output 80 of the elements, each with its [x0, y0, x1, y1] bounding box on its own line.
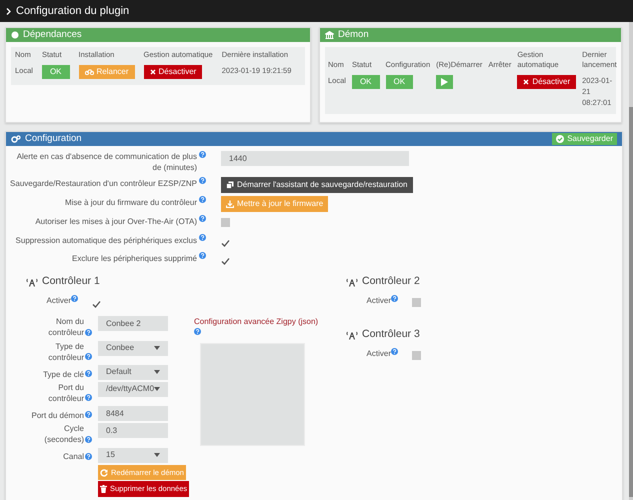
help-icon [71, 295, 78, 302]
status-indicator: OK [42, 64, 70, 80]
help-icon [85, 394, 92, 402]
field-label: Port du contrôleur [47, 382, 84, 404]
setting-label: Suppression automatique des périphériques exclus [16, 235, 197, 248]
panel-title: Configuration [25, 132, 82, 146]
setting-label: Exclure les péripheriques supprimé [72, 253, 197, 266]
window-title: Configuration du plugin [16, 4, 130, 19]
help-icon [199, 151, 206, 158]
help-icon [199, 252, 206, 260]
field-label: Type de contrôleur [47, 340, 84, 363]
play-button[interactable] [436, 74, 454, 88]
antenna-icon [26, 278, 38, 287]
help-icon [199, 196, 206, 204]
check-circle-icon [556, 135, 564, 144]
field-label: Port du démon [32, 410, 84, 422]
field-label: Canal [63, 451, 84, 463]
checkbox[interactable] [412, 350, 421, 360]
text-field[interactable]: 8484 [98, 406, 168, 422]
download-icon [226, 200, 234, 208]
checkbox[interactable] [221, 218, 230, 228]
setting-label: Sauvegarde/Restauration d'un contrôleur EZSP/ZNP [10, 178, 197, 190]
help-icon [85, 328, 92, 336]
play-icon [441, 78, 448, 86]
controller-title: Contrôleur 3 [362, 327, 420, 342]
antenna-icon [346, 330, 358, 340]
setting-label: Autoriser les mises à jour Over-The-Air (OTA) [35, 216, 197, 228]
activate-label: Activer [366, 296, 391, 306]
help-icon [85, 452, 92, 460]
checkbox[interactable] [412, 298, 421, 308]
caret-icon [154, 387, 160, 392]
circle-icon [11, 31, 19, 39]
antenna-icon [346, 278, 358, 287]
trash-icon [100, 485, 107, 494]
dropdown[interactable]: Conbee [98, 340, 168, 356]
help-icon [199, 176, 206, 184]
chevron-icon [6, 8, 11, 14]
caret-icon [154, 346, 160, 350]
status-indicator: OK [386, 74, 414, 89]
help-icon [85, 352, 92, 360]
text-field[interactable]: 1440 [221, 151, 409, 166]
help-icon [199, 215, 206, 222]
bank-icon [325, 31, 334, 39]
setting-label: Alerte en cas d'absence de communication de plus de (minutes) [16, 151, 197, 174]
json-textarea[interactable] [200, 343, 305, 446]
copy-icon [226, 180, 234, 189]
panel-title: Dépendances [23, 28, 82, 42]
help-icon [85, 436, 92, 443]
help-icon [85, 411, 92, 418]
caret-icon [154, 453, 160, 458]
field-label: Cycle (secondes) [43, 423, 84, 446]
close-icon [523, 78, 530, 85]
help-icon [194, 328, 201, 336]
disable-button[interactable]: Désactiver [517, 74, 576, 89]
redo-icon [100, 468, 108, 477]
panel-title: Démon [338, 28, 369, 42]
dropdown[interactable]: 15 [98, 448, 168, 463]
text-field[interactable]: Conbee 2 [98, 316, 168, 332]
backup-wizard-button[interactable]: Démarrer l'assistant de sauvegarde/restauration [221, 176, 412, 194]
caret-icon [154, 370, 160, 374]
close-icon [150, 68, 156, 75]
help-icon [391, 295, 398, 302]
gears-icon [11, 135, 21, 144]
status-indicator: OK [352, 74, 380, 89]
controller-title: Contrôleur 2 [362, 274, 420, 290]
help-icon [391, 348, 398, 355]
disable-button[interactable]: Désactiver [144, 64, 202, 80]
controller-title: Contrôleur 1 [42, 274, 100, 290]
field-label: Nom du contrôleur [47, 316, 84, 339]
text-field[interactable]: 0.3 [98, 423, 168, 438]
help-icon [85, 370, 92, 377]
activate-label: Activer [46, 296, 71, 306]
setting-label: Mise à jour du firmware du contrôleur [64, 197, 197, 210]
bicycle-icon [84, 68, 94, 75]
field-label: Type de clé [43, 368, 84, 380]
dropdown[interactable]: Default [98, 364, 168, 380]
zigpy-config-label: Configuration avancée Zigpy (json) [194, 317, 318, 326]
activate-label: Activer [366, 348, 391, 358]
help-icon [199, 234, 206, 242]
dropdown[interactable]: /dev/ttyACM0 [98, 382, 168, 397]
